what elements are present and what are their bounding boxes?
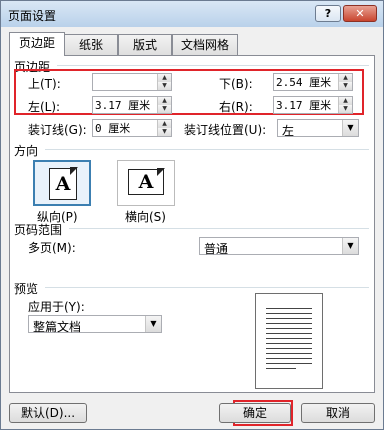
right-margin-spinner[interactable]: ▲ ▼ bbox=[273, 96, 353, 114]
default-button[interactable]: 默认(D)... bbox=[9, 403, 87, 423]
multiple-pages-value: 普通 bbox=[204, 242, 229, 256]
chevron-down-icon[interactable]: ▼ bbox=[342, 120, 358, 136]
landscape-page-icon: A bbox=[128, 168, 165, 195]
bottom-margin-input[interactable] bbox=[276, 75, 332, 89]
tab-margins[interactable]: 页边距 bbox=[9, 32, 65, 56]
page-setup-dialog: 页面设置 ? ✕ 页边距 纸张 版式 文档网格 页边距 上(T): ▲ ▼ 下(… bbox=[0, 0, 384, 430]
left-margin-spinner[interactable]: ▲ ▼ bbox=[92, 96, 172, 114]
page-preview bbox=[255, 293, 323, 389]
spin-down-icon[interactable]: ▼ bbox=[157, 128, 171, 136]
gutter-input[interactable] bbox=[95, 121, 151, 135]
gutter-spinner[interactable]: ▲ ▼ bbox=[92, 119, 172, 137]
pages-section-label: 页码范围 bbox=[14, 223, 63, 237]
spin-down-icon[interactable]: ▼ bbox=[338, 105, 352, 113]
tab-layout[interactable]: 版式 bbox=[118, 34, 172, 55]
multiple-pages-select[interactable]: 普通 ▼ bbox=[199, 237, 359, 256]
tab-document-grid[interactable]: 文档网格 bbox=[172, 34, 238, 55]
landscape-option[interactable]: A bbox=[117, 160, 175, 206]
top-margin-spinner[interactable]: ▲ ▼ bbox=[92, 73, 172, 91]
chevron-down-icon[interactable]: ▼ bbox=[145, 316, 161, 332]
left-margin-label: 左(L): bbox=[28, 100, 61, 114]
gutter-position-label: 装订线位置(U): bbox=[184, 123, 267, 137]
portrait-option[interactable]: A bbox=[33, 160, 91, 206]
margins-divider bbox=[57, 65, 369, 66]
spin-up-icon[interactable]: ▲ bbox=[157, 120, 171, 128]
spin-down-icon[interactable]: ▼ bbox=[338, 82, 352, 90]
window-title: 页面设置 bbox=[8, 9, 57, 23]
right-margin-input[interactable] bbox=[276, 98, 332, 112]
preview-divider bbox=[45, 287, 369, 288]
cancel-button[interactable]: 取消 bbox=[301, 403, 375, 423]
gutter-label: 装订线(G): bbox=[28, 123, 87, 137]
spin-up-icon[interactable]: ▲ bbox=[338, 74, 352, 82]
orientation-divider bbox=[45, 149, 369, 150]
spin-up-icon[interactable]: ▲ bbox=[157, 97, 171, 105]
ok-button[interactable]: 确定 bbox=[219, 403, 291, 423]
spin-down-icon[interactable]: ▼ bbox=[157, 82, 171, 90]
multiple-pages-label: 多页(M): bbox=[28, 241, 76, 255]
top-margin-input[interactable] bbox=[95, 75, 147, 89]
gutter-position-select[interactable]: 左 ▼ bbox=[277, 119, 359, 138]
apply-to-select[interactable]: 整篇文档 ▼ bbox=[28, 315, 162, 334]
spin-up-icon[interactable]: ▲ bbox=[157, 74, 171, 82]
portrait-page-icon: A bbox=[49, 167, 78, 200]
gutter-position-value: 左 bbox=[282, 124, 295, 138]
apply-to-value: 整篇文档 bbox=[33, 320, 82, 334]
apply-to-label: 应用于(Y): bbox=[28, 300, 85, 314]
landscape-label[interactable]: 横向(S) bbox=[125, 208, 166, 225]
chevron-down-icon[interactable]: ▼ bbox=[342, 238, 358, 254]
right-margin-label: 右(R): bbox=[219, 100, 253, 114]
spin-down-icon[interactable]: ▼ bbox=[157, 105, 171, 113]
help-button[interactable]: ? bbox=[315, 5, 341, 22]
title-bar: 页面设置 ? ✕ bbox=[1, 1, 383, 27]
close-button[interactable]: ✕ bbox=[343, 5, 377, 22]
top-margin-label: 上(T): bbox=[28, 77, 61, 91]
tab-paper[interactable]: 纸张 bbox=[64, 34, 118, 55]
pages-divider bbox=[69, 228, 369, 229]
bottom-margin-label: 下(B): bbox=[219, 77, 253, 91]
left-margin-input[interactable] bbox=[95, 98, 151, 112]
preview-section-label: 预览 bbox=[14, 282, 39, 296]
orientation-section-label: 方向 bbox=[14, 144, 39, 158]
spin-up-icon[interactable]: ▲ bbox=[338, 97, 352, 105]
bottom-margin-spinner[interactable]: ▲ ▼ bbox=[273, 73, 353, 91]
